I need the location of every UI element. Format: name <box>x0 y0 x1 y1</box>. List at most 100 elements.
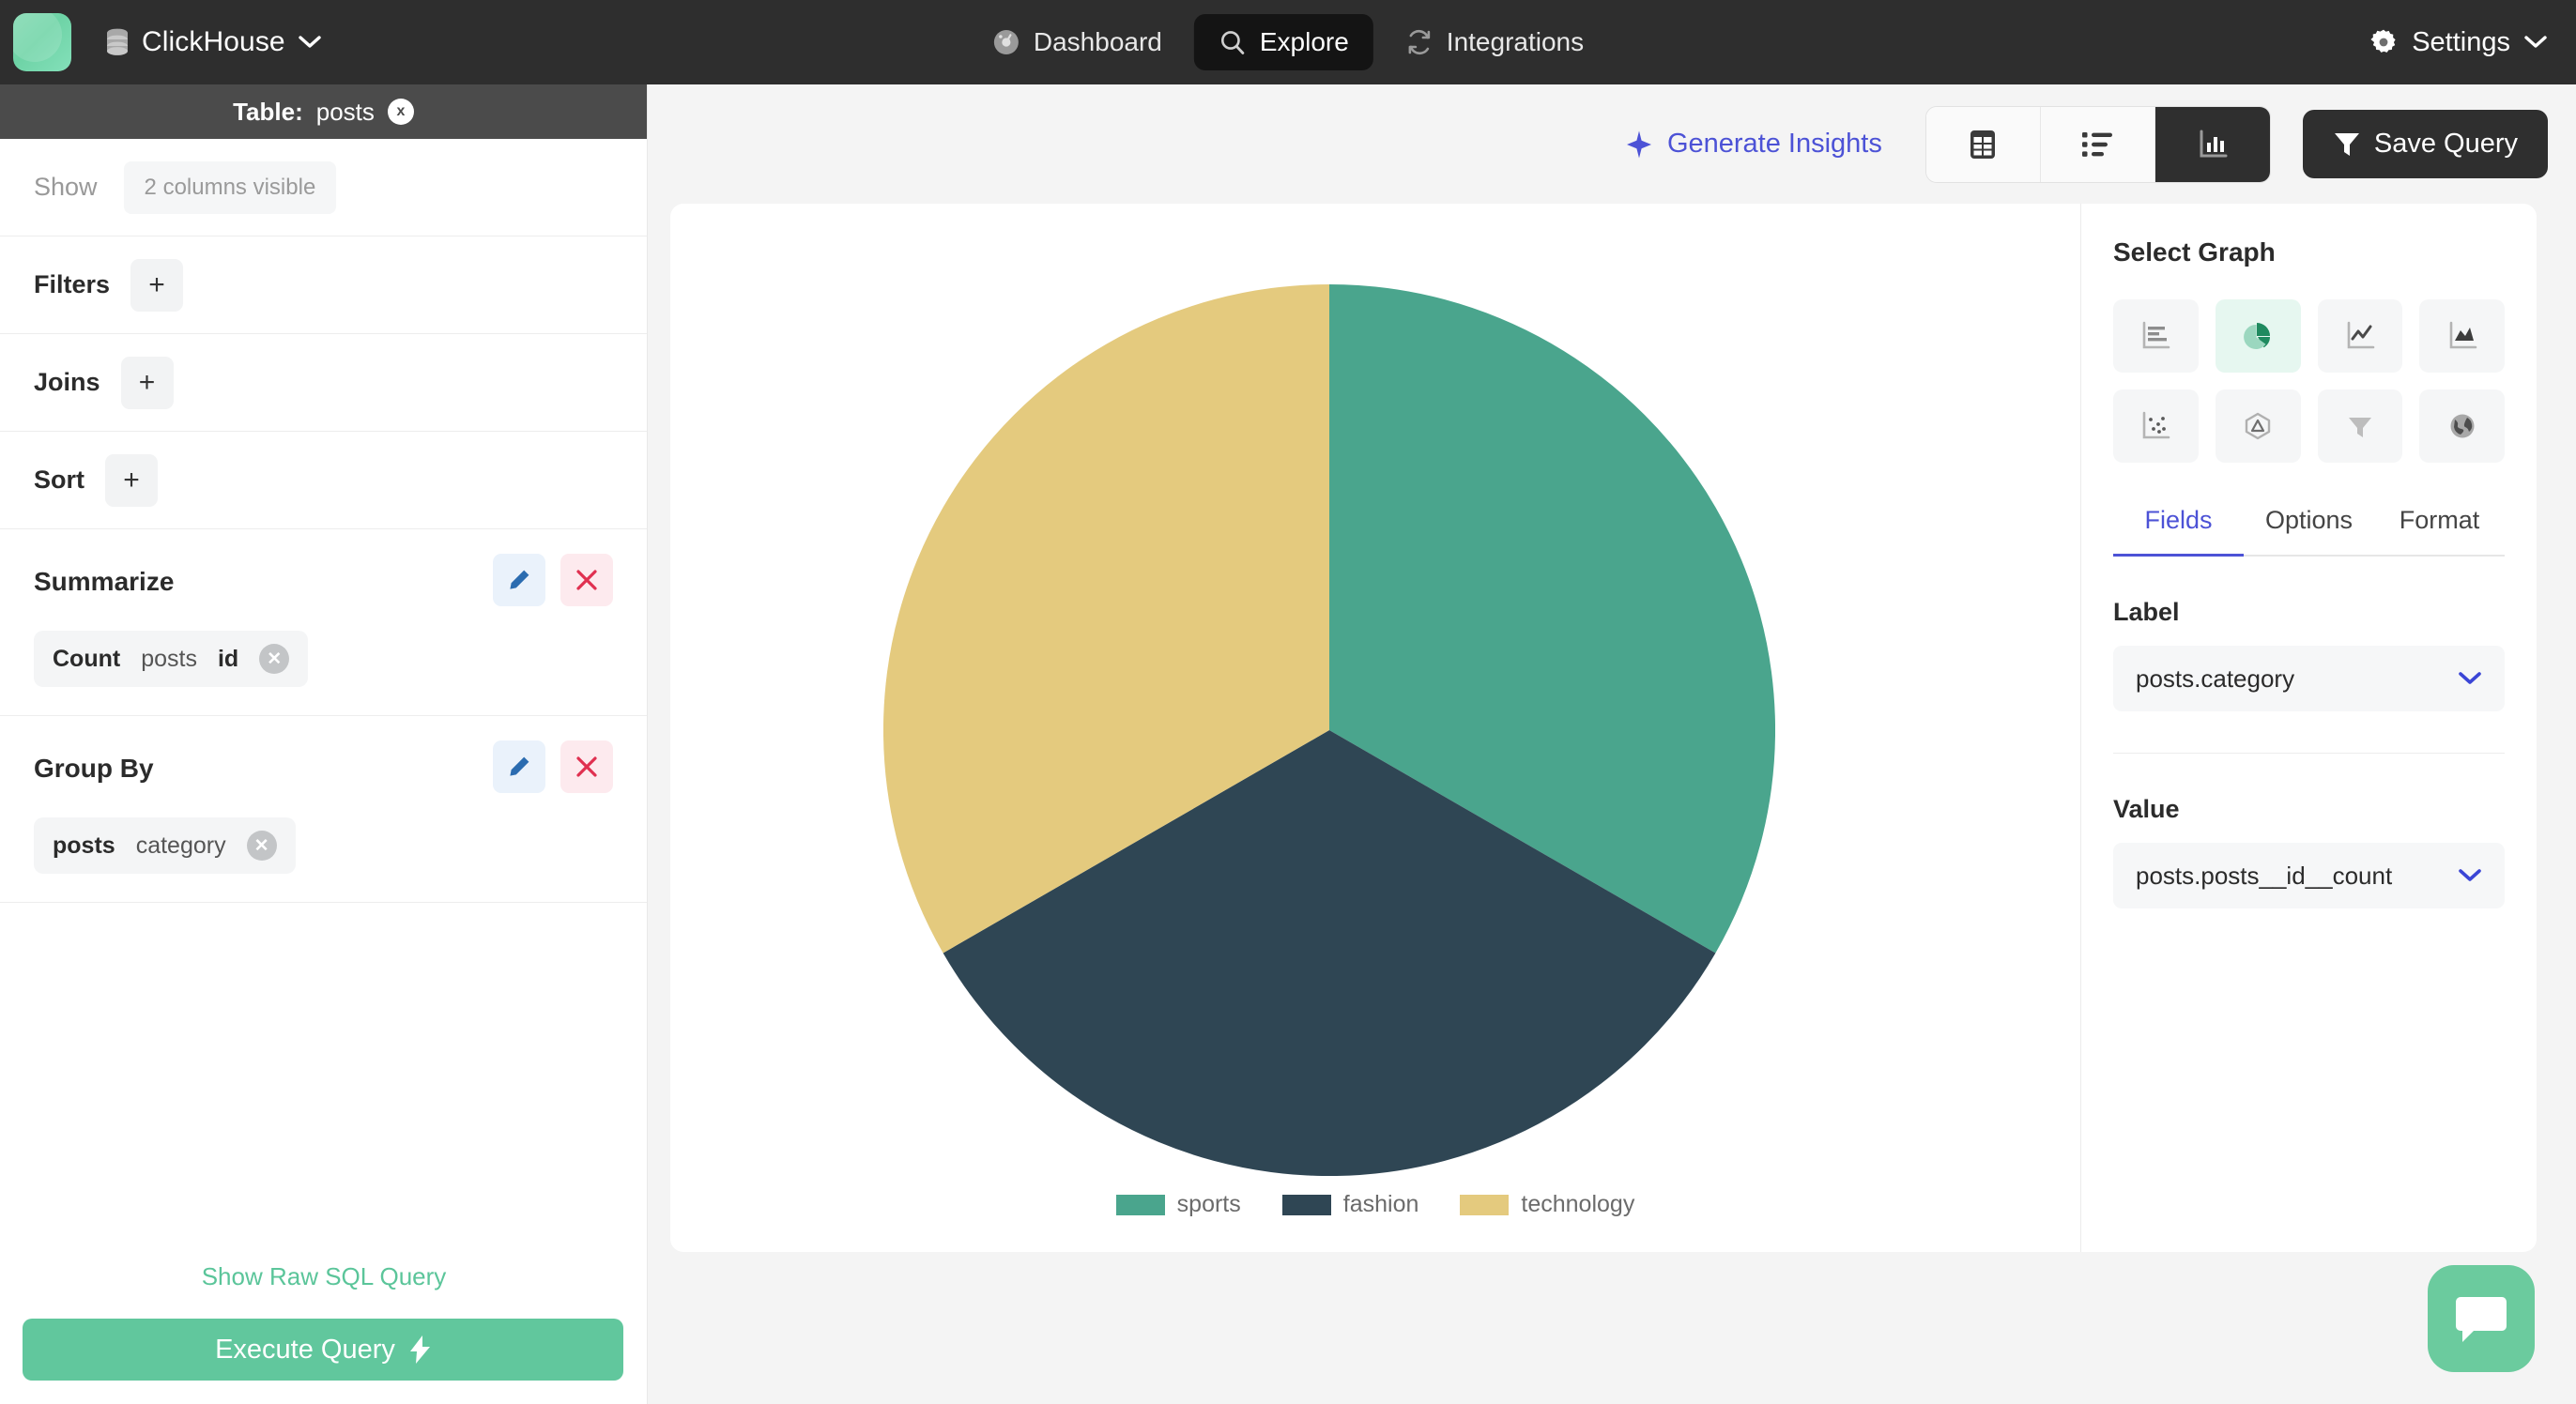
gear-icon <box>2369 27 2399 57</box>
group-by-column: category <box>135 832 226 859</box>
summarize-table: posts <box>141 645 197 672</box>
add-filter-button[interactable]: + <box>130 258 184 312</box>
refresh-icon <box>1405 28 1434 56</box>
sort-label: Sort <box>34 465 84 494</box>
add-join-button[interactable]: + <box>120 356 174 409</box>
legend-label-sports: sports <box>1176 1191 1241 1217</box>
legend-swatch-fashion <box>1281 1194 1331 1215</box>
columns-visible-button[interactable]: 2 columns visible <box>123 160 337 214</box>
joins-section: Joins + <box>0 334 647 432</box>
group-by-table: posts <box>53 832 115 859</box>
app-logo[interactable] <box>13 13 71 71</box>
sparkle-icon <box>1624 130 1654 160</box>
legend-item[interactable]: technology <box>1460 1191 1634 1218</box>
nav-item-dashboard[interactable]: Dashboard <box>968 14 1187 70</box>
sort-section: Sort + <box>0 432 647 529</box>
show-label: Show <box>34 173 98 201</box>
lightning-icon <box>409 1335 431 1364</box>
legend-swatch-technology <box>1460 1194 1510 1215</box>
tab-format[interactable]: Format <box>2374 506 2505 555</box>
tab-fields[interactable]: Fields <box>2113 506 2244 557</box>
table-icon <box>1968 129 1998 160</box>
save-query-button[interactable]: Save Query <box>2302 110 2548 178</box>
group-by-token[interactable]: posts category ✕ <box>34 817 296 874</box>
show-section: Show 2 columns visible <box>0 139 647 237</box>
pie-chart-area: sports fashion technology <box>670 204 2080 1252</box>
graph-type-scatter[interactable] <box>2113 389 2199 463</box>
chart-legend: sports fashion technology <box>670 1191 2080 1218</box>
summarize-token[interactable]: Count posts id ✕ <box>34 631 309 687</box>
pie-chart-icon <box>2242 320 2274 352</box>
visualization-card: sports fashion technology Select Graph F… <box>670 204 2537 1252</box>
view-mode-table[interactable] <box>1925 106 2041 182</box>
graph-type-grid <box>2113 299 2505 463</box>
legend-swatch-sports <box>1115 1194 1165 1215</box>
list-icon <box>2081 130 2113 159</box>
settings-menu[interactable]: Settings <box>2369 0 2548 84</box>
label-field-value: posts.category <box>2136 664 2295 693</box>
group-by-section: Group By posts category ✕ <box>0 716 647 903</box>
edit-summarize-button[interactable] <box>493 554 545 606</box>
graph-type-radar[interactable] <box>2215 389 2301 463</box>
dashboard-icon <box>992 28 1020 56</box>
selected-table-header: Table: posts x <box>0 84 647 139</box>
top-navigation-bar: ClickHouse Dashboard Explore Integration… <box>0 0 2576 84</box>
graph-type-line[interactable] <box>2317 299 2403 373</box>
remove-table-button[interactable]: x <box>387 99 414 125</box>
graph-type-funnel[interactable] <box>2317 389 2403 463</box>
edit-group-by-button[interactable] <box>493 740 545 793</box>
remove-summarize-token-button[interactable]: ✕ <box>259 644 290 674</box>
add-sort-button[interactable]: + <box>105 453 158 507</box>
filters-section: Filters + <box>0 237 647 334</box>
delete-group-by-button[interactable] <box>560 740 613 793</box>
results-toolbar: Generate Insights Save Query <box>648 84 2576 204</box>
generate-insights-button[interactable]: Generate Insights <box>1624 129 1882 160</box>
search-icon <box>1219 28 1247 56</box>
label-field-select[interactable]: posts.category <box>2113 646 2505 711</box>
execute-query-label: Execute Query <box>215 1334 395 1365</box>
nav-item-integrations[interactable]: Integrations <box>1381 14 1608 70</box>
nav-item-dashboard-label: Dashboard <box>1033 27 1162 56</box>
graph-type-area[interactable] <box>2419 299 2505 373</box>
view-mode-chart[interactable] <box>2154 106 2270 182</box>
show-raw-sql-link[interactable]: Show Raw SQL Query <box>0 1262 648 1291</box>
funnel-chart-icon <box>2344 410 2376 442</box>
remove-group-by-token-button[interactable]: ✕ <box>246 831 277 861</box>
delete-summarize-button[interactable] <box>560 554 613 606</box>
fields-divider <box>2113 753 2505 754</box>
view-mode-list[interactable] <box>2040 106 2155 182</box>
chat-support-button[interactable] <box>2428 1265 2535 1372</box>
graph-type-horizontal-bar[interactable] <box>2113 299 2199 373</box>
chevron-down-icon <box>2523 35 2548 50</box>
value-field-select[interactable]: posts.posts__id__count <box>2113 843 2505 908</box>
nav-item-integrations-label: Integrations <box>1446 27 1585 56</box>
label-field-title: Label <box>2113 598 2180 626</box>
graph-type-geo-map[interactable] <box>2419 389 2505 463</box>
summarize-title: Summarize <box>34 567 175 596</box>
chevron-down-icon <box>298 35 322 50</box>
funnel-icon <box>2333 130 2361 159</box>
legend-item[interactable]: sports <box>1115 1191 1241 1218</box>
graph-type-pie[interactable] <box>2215 299 2301 373</box>
main-navigation: Dashboard Explore Integrations <box>968 0 1608 84</box>
settings-label: Settings <box>2412 26 2510 57</box>
database-selector[interactable]: ClickHouse <box>105 0 322 84</box>
generate-insights-label: Generate Insights <box>1666 129 1882 159</box>
table-name: posts <box>315 97 375 126</box>
chart-config-panel: Select Graph Fields Options Format Label… <box>2080 204 2537 1252</box>
chat-bubble-icon <box>2455 1293 2507 1344</box>
summarize-column: id <box>217 645 239 672</box>
database-icon <box>105 28 130 56</box>
legend-label-fashion: fashion <box>1342 1191 1419 1217</box>
chevron-down-icon <box>2458 868 2482 883</box>
legend-item[interactable]: fashion <box>1281 1191 1419 1218</box>
save-query-label: Save Query <box>2373 129 2518 159</box>
execute-query-button[interactable]: Execute Query <box>23 1319 623 1381</box>
database-name: ClickHouse <box>142 26 285 57</box>
main-content-area: Generate Insights Save Query sports fash… <box>648 84 2576 1404</box>
line-chart-icon <box>2344 320 2376 352</box>
legend-label-technology: technology <box>1521 1191 1635 1217</box>
tab-options[interactable]: Options <box>2244 506 2374 555</box>
nav-item-explore[interactable]: Explore <box>1193 14 1373 70</box>
pie-chart[interactable] <box>883 284 1775 1176</box>
